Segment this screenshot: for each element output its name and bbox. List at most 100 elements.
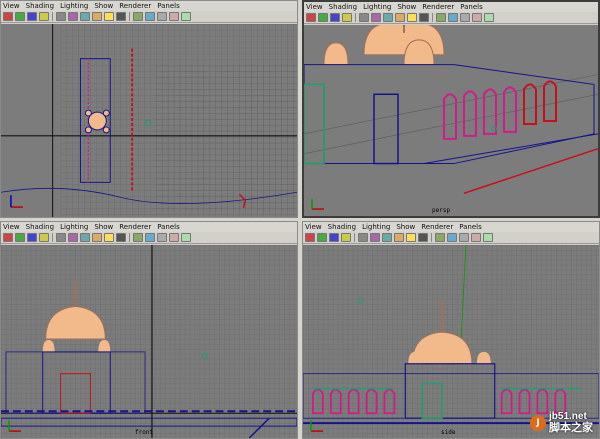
xray-icon[interactable] (448, 13, 458, 22)
light-icon[interactable] (104, 12, 114, 21)
menu-lighting[interactable]: Lighting (363, 2, 391, 12)
bookmark-icon[interactable] (330, 13, 340, 22)
menu-view[interactable]: View (305, 222, 322, 232)
shadow-icon[interactable] (116, 12, 126, 21)
menu-shading[interactable]: Shading (26, 222, 54, 232)
wireframe-icon[interactable] (371, 13, 381, 22)
menu-shading[interactable]: Shading (329, 2, 357, 12)
isolate-icon[interactable] (133, 12, 143, 21)
wireframe-icon[interactable] (68, 233, 78, 242)
camera-icon[interactable] (3, 12, 13, 21)
wireframe-icon[interactable] (68, 12, 78, 21)
front-view-canvas[interactable]: front (1, 245, 297, 438)
image-plane-icon[interactable] (342, 13, 352, 22)
texture-icon[interactable] (92, 233, 102, 242)
isolate-icon[interactable] (435, 233, 445, 242)
isolate-icon[interactable] (133, 233, 143, 242)
resolution-gate-icon[interactable] (460, 13, 470, 22)
texture-icon[interactable] (395, 13, 405, 22)
shadow-icon[interactable] (418, 233, 428, 242)
safe-action-icon[interactable] (483, 233, 493, 242)
light-icon[interactable] (104, 233, 114, 242)
menu-renderer[interactable]: Renderer (119, 1, 151, 11)
film-gate-icon[interactable] (169, 233, 179, 242)
xray-icon[interactable] (145, 233, 155, 242)
menu-renderer[interactable]: Renderer (119, 222, 151, 232)
camera-icon[interactable] (305, 233, 315, 242)
side-view-drawing (303, 245, 599, 438)
top-viewport[interactable]: View Shading Lighting Show Renderer Pane… (0, 0, 298, 218)
menu-panels[interactable]: Panels (459, 222, 482, 232)
isolate-icon[interactable] (436, 13, 446, 22)
light-icon[interactable] (406, 233, 416, 242)
camera-attr-icon[interactable] (318, 13, 328, 22)
texture-icon[interactable] (92, 12, 102, 21)
menu-shading[interactable]: Shading (26, 1, 54, 11)
image-plane-icon[interactable] (39, 233, 49, 242)
film-gate-icon[interactable] (471, 233, 481, 242)
side-viewport[interactable]: View Shading Lighting Show Renderer Pane… (302, 221, 600, 439)
grid-icon[interactable] (56, 12, 66, 21)
camera-attr-icon[interactable] (15, 12, 25, 21)
light-icon[interactable] (407, 13, 417, 22)
menu-show[interactable]: Show (397, 2, 416, 12)
menu-show[interactable]: Show (94, 222, 113, 232)
grid-icon[interactable] (358, 233, 368, 242)
safe-action-icon[interactable] (181, 233, 191, 242)
grid-icon[interactable] (56, 233, 66, 242)
image-plane-icon[interactable] (341, 233, 351, 242)
safe-action-icon[interactable] (181, 12, 191, 21)
xray-icon[interactable] (447, 233, 457, 242)
top-view-canvas[interactable] (1, 24, 297, 217)
toolbar-separator (52, 233, 53, 242)
menu-panels[interactable]: Panels (157, 1, 180, 11)
menu-lighting[interactable]: Lighting (362, 222, 390, 232)
watermark-text-group: jb51.net 脚本之家 (549, 411, 593, 434)
shadow-icon[interactable] (419, 13, 429, 22)
camera-attr-icon[interactable] (317, 233, 327, 242)
menu-lighting[interactable]: Lighting (60, 1, 88, 11)
bookmark-icon[interactable] (329, 233, 339, 242)
menu-view[interactable]: View (306, 2, 323, 12)
smooth-shade-icon[interactable] (80, 12, 90, 21)
grid-icon[interactable] (359, 13, 369, 22)
menu-panels[interactable]: Panels (157, 222, 180, 232)
menu-panels[interactable]: Panels (460, 2, 483, 12)
resolution-gate-icon[interactable] (459, 233, 469, 242)
smooth-shade-icon[interactable] (80, 233, 90, 242)
side-view-canvas[interactable]: side J jb51.net 脚本之家 (303, 245, 599, 438)
camera-label: persp (432, 207, 451, 214)
shadow-icon[interactable] (116, 233, 126, 242)
menu-shading[interactable]: Shading (328, 222, 356, 232)
xray-icon[interactable] (145, 12, 155, 21)
menu-view[interactable]: View (3, 222, 20, 232)
film-gate-icon[interactable] (169, 12, 179, 21)
front-viewport[interactable]: View Shading Lighting Show Renderer Pane… (0, 221, 298, 439)
image-plane-icon[interactable] (39, 12, 49, 21)
persp-view-canvas[interactable]: persp (304, 25, 598, 216)
camera-label: front (135, 429, 154, 436)
film-gate-icon[interactable] (472, 13, 482, 22)
viewport-toolbar (303, 232, 599, 244)
top-view-drawing (1, 24, 297, 217)
smooth-shade-icon[interactable] (382, 233, 392, 242)
camera-icon[interactable] (306, 13, 316, 22)
smooth-shade-icon[interactable] (383, 13, 393, 22)
menu-lighting[interactable]: Lighting (60, 222, 88, 232)
persp-viewport[interactable]: View Shading Lighting Show Renderer Pane… (302, 0, 600, 218)
resolution-gate-icon[interactable] (157, 12, 167, 21)
bookmark-icon[interactable] (27, 233, 37, 242)
camera-icon[interactable] (3, 233, 13, 242)
safe-action-icon[interactable] (484, 13, 494, 22)
menu-renderer[interactable]: Renderer (422, 2, 454, 12)
menu-show[interactable]: Show (396, 222, 415, 232)
resolution-gate-icon[interactable] (157, 233, 167, 242)
toolbar-separator (354, 233, 355, 242)
wireframe-icon[interactable] (370, 233, 380, 242)
camera-attr-icon[interactable] (15, 233, 25, 242)
menu-show[interactable]: Show (94, 1, 113, 11)
texture-icon[interactable] (394, 233, 404, 242)
menu-view[interactable]: View (3, 1, 20, 11)
bookmark-icon[interactable] (27, 12, 37, 21)
menu-renderer[interactable]: Renderer (421, 222, 453, 232)
